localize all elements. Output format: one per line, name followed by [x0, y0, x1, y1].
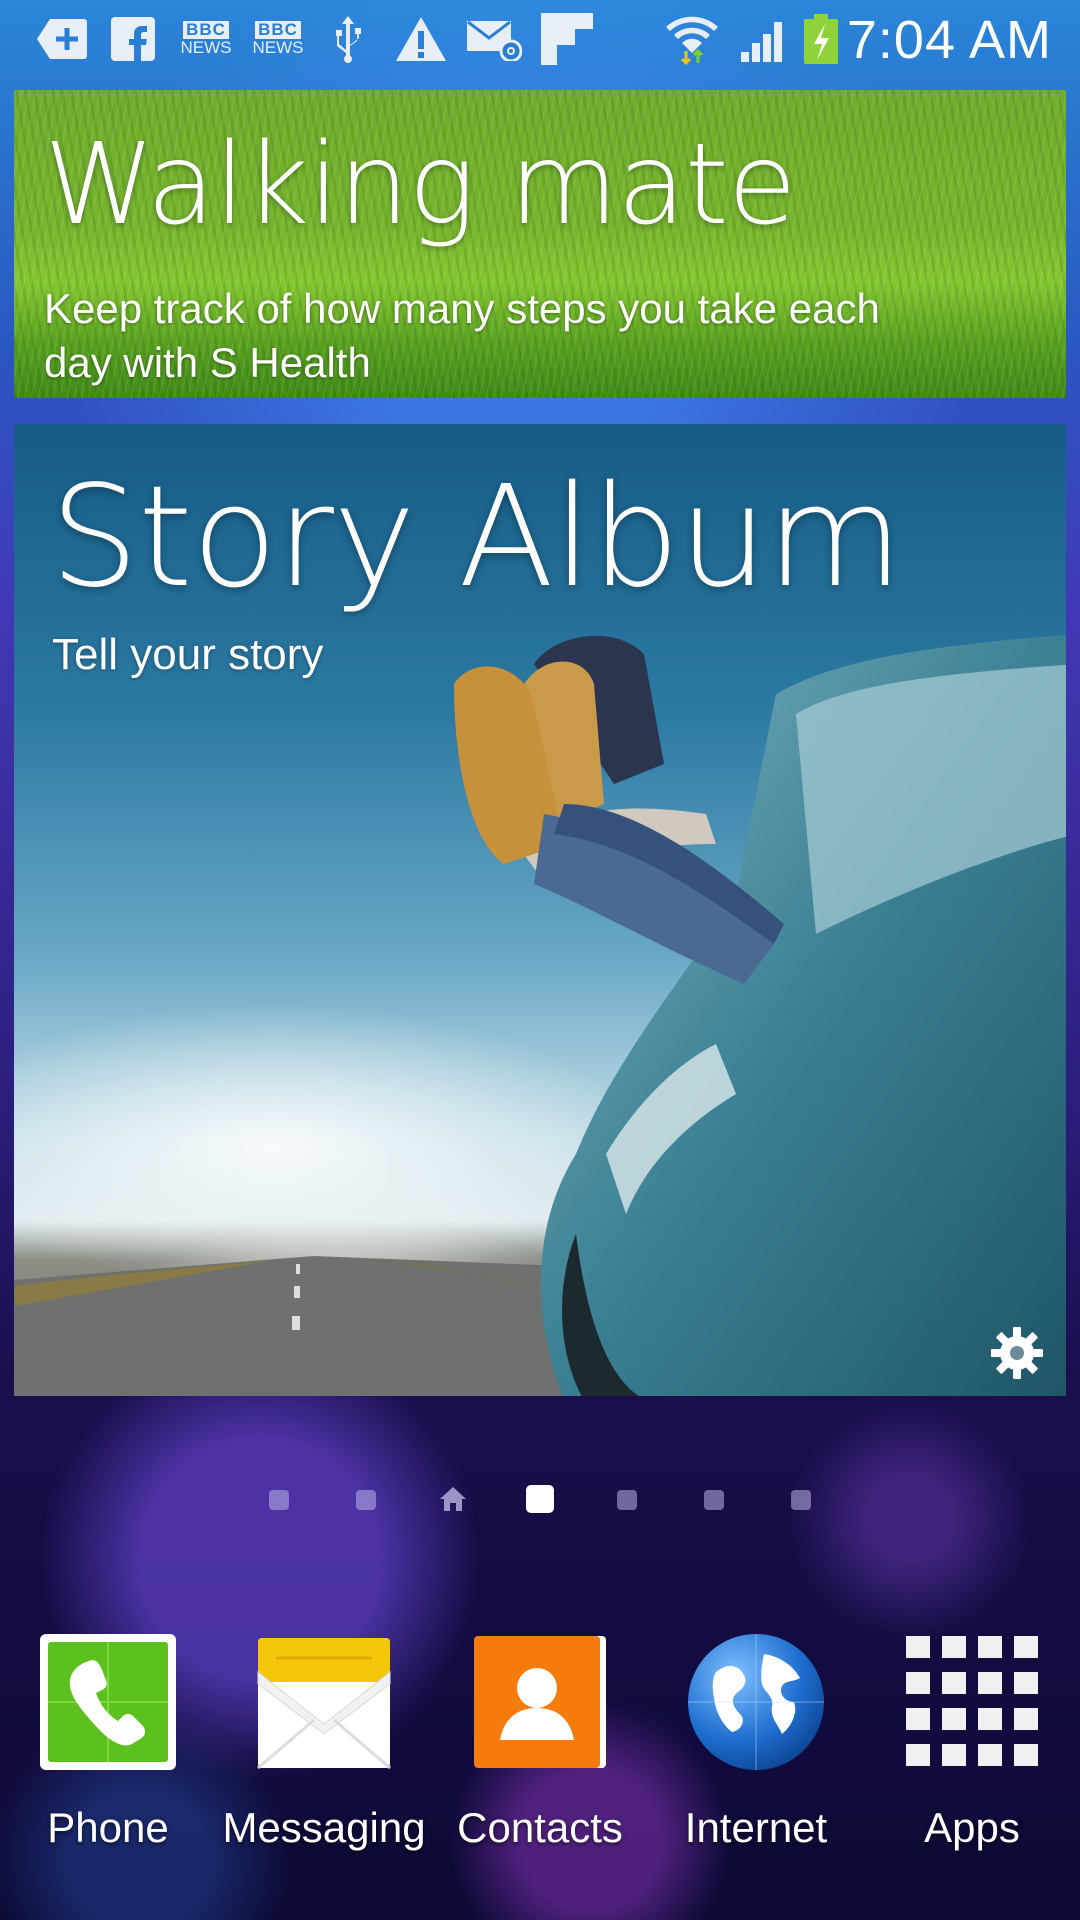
- story-album-widget[interactable]: Story Album Tell your story: [14, 424, 1066, 1396]
- phone-app[interactable]: Phone: [0, 1620, 216, 1860]
- usb-icon: [330, 14, 366, 64]
- contacts-app[interactable]: Contacts: [432, 1620, 648, 1860]
- page-indicator[interactable]: [0, 1482, 1080, 1518]
- email-icon: [466, 14, 522, 64]
- envelope-icon: [257, 1638, 391, 1770]
- bbc-news-icon: BBC NEWS: [250, 14, 306, 64]
- internet-label: Internet: [684, 1804, 828, 1851]
- signal-icon: [738, 14, 790, 64]
- story-album-title: Story Album: [50, 456, 903, 619]
- app-grid-icon: [906, 1636, 1038, 1766]
- walking-mate-title: Walking mate: [44, 120, 797, 250]
- gear-icon[interactable]: [986, 1322, 1048, 1384]
- globe-icon: [688, 1634, 824, 1770]
- bbc-label: BBC: [183, 21, 229, 39]
- contact-person-icon: [474, 1636, 606, 1768]
- sneakers-image: [454, 635, 784, 984]
- page-dot[interactable]: [617, 1490, 637, 1510]
- story-album-subtitle: Tell your story: [52, 630, 324, 679]
- facebook-icon: [110, 14, 156, 64]
- home-page-icon[interactable]: [438, 1485, 468, 1518]
- phone-icon: [40, 1634, 176, 1770]
- apps-label: Apps: [924, 1804, 1020, 1851]
- messaging-app[interactable]: Messaging: [216, 1620, 432, 1860]
- walking-mate-description: Keep track of how many steps you take ea…: [44, 285, 880, 386]
- walking-mate-widget[interactable]: Walking mate Keep track of how many step…: [14, 90, 1066, 398]
- wifi-icon: [664, 14, 720, 65]
- clock-time: 7:04 AM: [846, 10, 1052, 70]
- bbc-label: BBC: [255, 21, 301, 39]
- internet-app[interactable]: Internet: [648, 1620, 864, 1860]
- page-dot[interactable]: [356, 1490, 376, 1510]
- app-dock: Phone Messaging Contacts Internet Apps: [0, 1620, 1080, 1860]
- add-icon: [36, 14, 88, 64]
- warning-icon: [394, 14, 448, 64]
- contacts-label: Contacts: [457, 1804, 623, 1851]
- bbc-news-icon: BBC NEWS: [178, 14, 234, 64]
- flipboard-icon: [540, 13, 594, 65]
- page-dot[interactable]: [704, 1490, 724, 1510]
- page-dot-active[interactable]: [526, 1485, 554, 1513]
- page-dot[interactable]: [269, 1490, 289, 1510]
- status-bar: BBC NEWS BBC NEWS 7:04 AM: [0, 0, 1080, 80]
- phone-label: Phone: [47, 1804, 169, 1851]
- apps-drawer[interactable]: Apps: [864, 1620, 1080, 1860]
- news-label: NEWS: [252, 38, 304, 57]
- page-dot[interactable]: [791, 1490, 811, 1510]
- battery-charging-icon: [802, 14, 840, 64]
- news-label: NEWS: [180, 38, 232, 57]
- messaging-label: Messaging: [222, 1804, 426, 1851]
